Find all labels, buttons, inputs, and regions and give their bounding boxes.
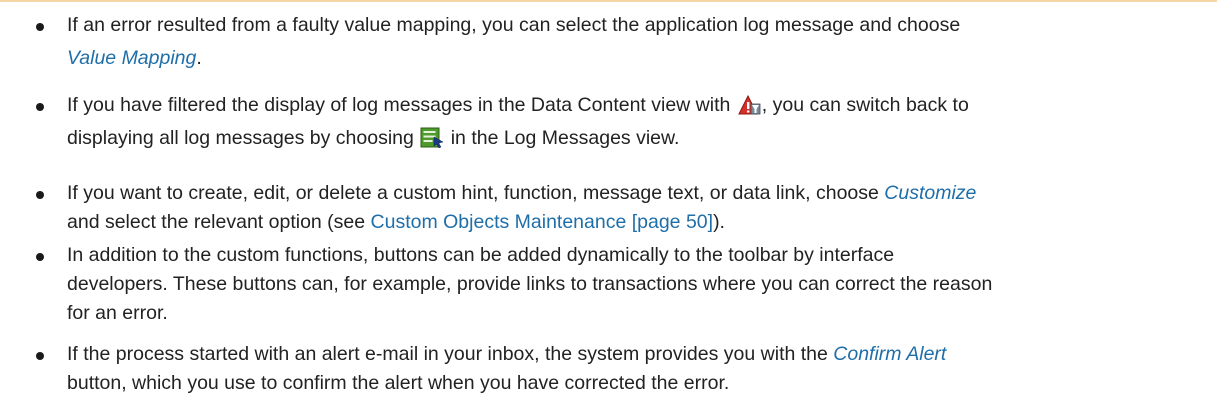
item-4-text-c: for an error. — [67, 302, 168, 324]
bullet-icon — [36, 352, 44, 360]
item-5-text-a: If the process started with an alert e-m… — [67, 343, 828, 365]
custom-objects-maintenance-link[interactable]: Custom Objects Maintenance [page 50] — [371, 211, 714, 233]
list-item-text: In addition to the custom functions, but… — [67, 242, 1187, 327]
item-2-text-b: , you can switch back to — [761, 94, 969, 116]
bullet-icon — [36, 23, 44, 31]
customize-term: Customize — [884, 182, 977, 204]
top-rule — [0, 0, 1217, 2]
item-3-text-a: If you want to create, edit, or delete a… — [67, 182, 879, 204]
list-item-text: If the process started with an alert e-m… — [67, 341, 1187, 397]
item-2-text-d: in the Log Messages view. — [450, 127, 680, 149]
bullet-icon — [36, 103, 44, 111]
item-5-text-b: button, which you use to confirm the ale… — [67, 372, 730, 394]
confirm-alert-term: Confirm Alert — [833, 343, 947, 365]
list-item-text: If an error resulted from a faulty value… — [67, 12, 1187, 72]
value-mapping-term: Value Mapping — [67, 47, 197, 69]
item-1-end: . — [196, 47, 202, 69]
show-all-messages-icon — [420, 127, 444, 149]
bullet-icon — [36, 253, 44, 261]
item-4-text-b: developers. These buttons can, for examp… — [67, 273, 993, 295]
item-2-text-c: displaying all log messages by choosing — [67, 127, 414, 149]
filter-warning-icon — [737, 94, 761, 115]
item-3-text-b: and select the relevant option (see — [67, 211, 366, 233]
bullet-icon — [36, 191, 44, 199]
item-3-text-c: ). — [713, 211, 725, 233]
list-item-text: If you want to create, edit, or delete a… — [67, 180, 1187, 236]
item-1-text: If an error resulted from a faulty value… — [67, 14, 961, 36]
item-4-text-a: In addition to the custom functions, but… — [67, 244, 895, 266]
list-item-text: If you have filtered the display of log … — [67, 92, 1187, 152]
item-2-text-a: If you have filtered the display of log … — [67, 94, 731, 116]
